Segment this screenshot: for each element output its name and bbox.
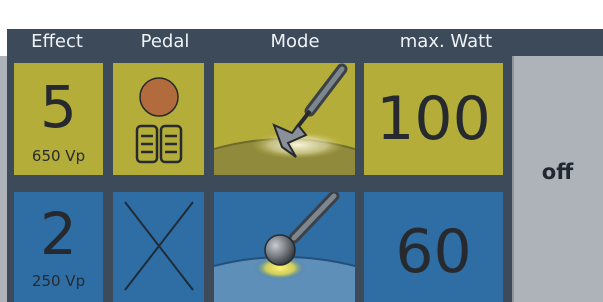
effect-voltage: 650 Vp	[31, 147, 86, 165]
effect-cell-row2[interactable]: 2 250 Vp	[14, 192, 103, 302]
pedal-cell-row2[interactable]	[113, 192, 204, 302]
mode-cell-row2[interactable]	[214, 192, 355, 302]
header-mode: Mode	[270, 31, 320, 52]
max-watt-value: 100	[376, 84, 491, 154]
double-pedal-icon	[135, 77, 183, 164]
effect-value: 2	[40, 200, 77, 268]
max-watt-cell-row1[interactable]: 100	[364, 63, 503, 175]
spatula-electrode-icon	[214, 63, 355, 175]
status-off-label: off	[541, 160, 574, 184]
effect-cell-row1[interactable]: 5 650 Vp	[14, 63, 103, 175]
mode-cell-row1[interactable]	[214, 63, 355, 175]
effect-voltage: 250 Vp	[31, 272, 86, 290]
max-watt-value: 60	[395, 217, 472, 287]
effect-value: 5	[40, 73, 77, 141]
pedal-cell-row1[interactable]	[113, 63, 204, 175]
max-watt-cell-row2[interactable]: 60	[364, 192, 503, 302]
ball-electrode-icon	[214, 192, 355, 302]
no-pedal-cross-icon	[124, 201, 194, 291]
header-pedal: Pedal	[140, 31, 190, 52]
header-max-watt: max. Watt	[399, 31, 493, 52]
header-effect: Effect	[31, 31, 83, 52]
